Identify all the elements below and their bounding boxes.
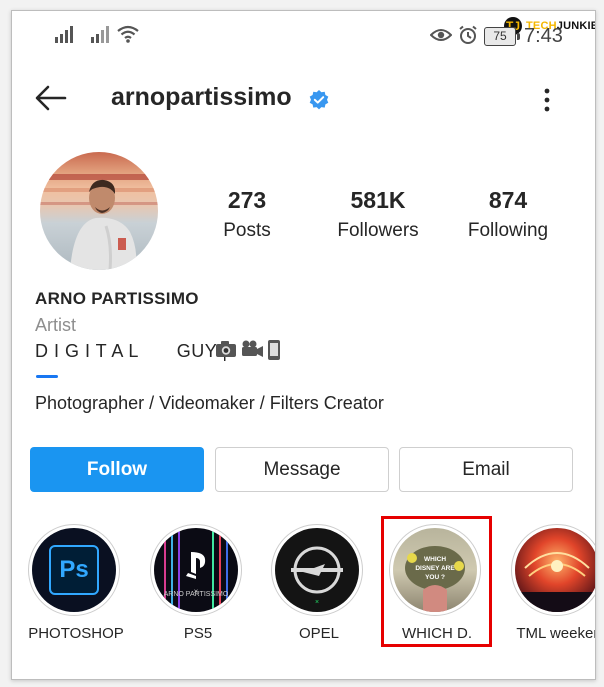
stat-label: Posts: [223, 220, 271, 241]
highlight-label: PHOTOSHOP: [28, 625, 124, 642]
highlight-photoshop[interactable]: Ps PHOTOSHOP: [28, 524, 124, 642]
alarm-icon: [459, 25, 477, 44]
status-bar: TJ TECHJUNKIE 75 7:43: [12, 15, 595, 53]
playstation-icon: × ARNO PARTISSIMO: [154, 528, 238, 612]
profile-category: Artist: [35, 315, 77, 335]
more-vertical-icon[interactable]: [542, 87, 552, 113]
phone-icon: [268, 340, 280, 360]
concert-icon: [515, 528, 595, 612]
clock-time: 7:43: [524, 25, 563, 47]
battery-icon: 75: [484, 27, 520, 46]
photoshop-icon: Ps: [32, 528, 116, 612]
stat-value: 874: [488, 187, 528, 213]
opel-logo-icon: ×: [275, 528, 359, 612]
phone-screen: TJ TECHJUNKIE 75 7:43 arnopartissimo 273…: [11, 10, 596, 680]
follow-button[interactable]: Follow: [30, 447, 204, 492]
bio-line-2: Photographer / Videomaker / Filters Crea…: [35, 393, 384, 413]
stat-followers[interactable]: 581K Followers: [318, 187, 438, 242]
email-button[interactable]: Email: [399, 447, 573, 492]
stat-following[interactable]: 874 Following: [448, 187, 568, 242]
highlight-label: PS5: [183, 625, 213, 642]
stat-label: Following: [467, 220, 549, 241]
bio-emojis: [215, 339, 281, 361]
ps5-icon-text: ARNO PARTISSIMO: [163, 591, 229, 598]
stat-label: Followers: [337, 220, 419, 241]
profile-avatar[interactable]: [40, 152, 158, 270]
signal-icon: [91, 26, 109, 43]
selection-annotation-box: [381, 516, 492, 647]
video-camera-icon: [242, 340, 263, 357]
photoshop-icon-text: Ps: [49, 545, 99, 595]
camera-icon: [216, 341, 236, 357]
bio-line-1: D I G I T A L GUY |: [35, 341, 228, 361]
profile-full-name: ARNO PARTISSIMO: [35, 289, 199, 308]
highlight-ps5[interactable]: × ARNO PARTISSIMO PS5: [150, 524, 246, 642]
wifi-icon: [117, 25, 139, 43]
highlight-label: OPEL: [298, 625, 340, 642]
stat-value: 581K: [350, 187, 406, 213]
message-button[interactable]: Message: [215, 447, 389, 492]
signal-icon: [55, 26, 73, 43]
bio-divider: [36, 375, 58, 378]
arrow-left-icon[interactable]: [34, 85, 68, 111]
highlight-label: TML weeken: [516, 625, 596, 642]
eye-icon: [430, 29, 452, 41]
profile-username: arnopartissimo: [111, 83, 292, 111]
stat-value: 273: [227, 187, 267, 213]
highlight-opel[interactable]: × OPEL: [271, 524, 367, 642]
svg-text:×: ×: [315, 599, 319, 606]
highlight-tml-weekend[interactable]: TML weeken: [511, 524, 596, 642]
verified-badge-icon: [309, 90, 329, 110]
stat-posts[interactable]: 273 Posts: [187, 187, 307, 242]
